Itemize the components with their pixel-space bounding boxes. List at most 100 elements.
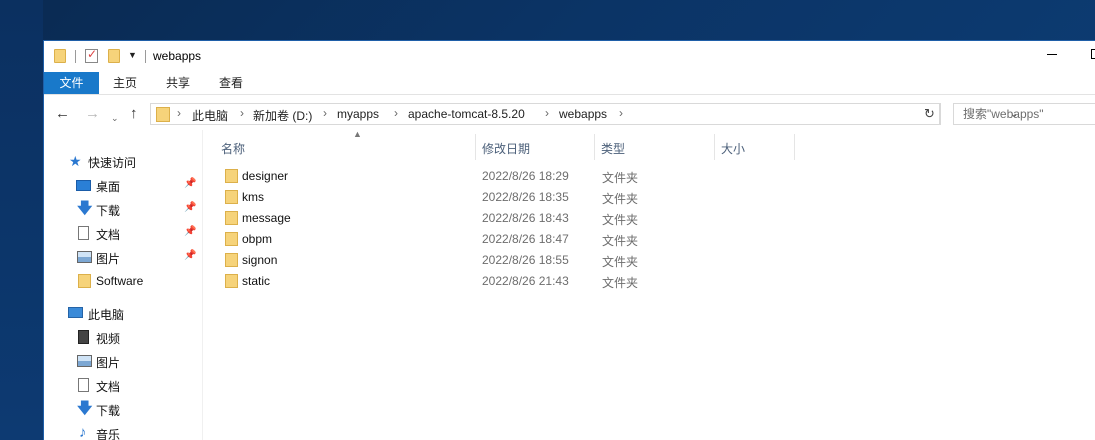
file-type: 文件夹 bbox=[602, 234, 639, 248]
folder-icon bbox=[225, 232, 238, 246]
file-row-kms[interactable]: kms 2022/8/26 18:35 文件夹 bbox=[202, 186, 702, 207]
file-row-designer[interactable]: designer 2022/8/26 18:29 文件夹 bbox=[202, 165, 702, 186]
new-folder-icon[interactable] bbox=[108, 49, 120, 63]
chevron-right-icon[interactable]: › bbox=[323, 106, 327, 120]
desktop-icon bbox=[76, 180, 91, 191]
nav-item-desktop[interactable]: 桌面 📌 bbox=[44, 174, 202, 196]
file-date: 2022/8/26 18:29 bbox=[482, 169, 569, 183]
folder-icon bbox=[225, 169, 238, 183]
file-name: message bbox=[242, 211, 291, 225]
column-label: 类型 bbox=[601, 142, 626, 156]
refresh-icon[interactable]: ↻ bbox=[920, 103, 940, 125]
explorer-window: ▼ webapps 文件 主页 共享 查看 ← → ⌄ ↑ › 此电脑 › 新加… bbox=[43, 40, 1095, 440]
pin-icon: 📌 bbox=[184, 178, 197, 189]
nav-item-pc-documents[interactable]: 文档 bbox=[44, 374, 202, 396]
nav-label: 图片 bbox=[96, 356, 121, 370]
column-header-type[interactable]: 类型 bbox=[595, 130, 713, 160]
nav-label: 文档 bbox=[96, 380, 121, 394]
column-label: 大小 bbox=[721, 142, 746, 156]
recent-locations-chevron-icon[interactable]: ⌄ bbox=[111, 109, 119, 127]
address-bar[interactable]: › 此电脑 › 新加卷 (D:) › myapps › apache-tomca… bbox=[150, 103, 1018, 125]
folder-icon bbox=[54, 49, 66, 63]
chevron-right-icon[interactable]: › bbox=[177, 106, 181, 120]
file-row-message[interactable]: message 2022/8/26 18:43 文件夹 bbox=[202, 207, 702, 228]
nav-item-pc-downloads[interactable]: 🡇 下载 bbox=[44, 398, 202, 420]
file-name: kms bbox=[242, 190, 264, 204]
nav-label: 快速访问 bbox=[88, 156, 137, 170]
nav-item-documents[interactable]: 文档 📌 bbox=[44, 222, 202, 244]
title-bar: ▼ webapps bbox=[44, 41, 1095, 72]
file-date: 2022/8/26 18:47 bbox=[482, 232, 569, 246]
divider bbox=[75, 50, 76, 63]
folder-icon bbox=[225, 190, 238, 204]
breadcrumb-tomcat[interactable]: apache-tomcat-8.5.20 bbox=[408, 107, 525, 121]
folder-icon bbox=[156, 107, 170, 122]
nav-label: 视频 bbox=[96, 332, 121, 346]
file-row-static[interactable]: static 2022/8/26 21:43 文件夹 bbox=[202, 270, 702, 291]
nav-item-software[interactable]: Software bbox=[44, 270, 202, 292]
breadcrumb-webapps[interactable]: webapps bbox=[559, 107, 607, 121]
nav-this-pc[interactable]: 此电脑 bbox=[44, 302, 202, 324]
file-date: 2022/8/26 21:43 bbox=[482, 274, 569, 288]
video-icon bbox=[78, 330, 89, 344]
chevron-right-icon[interactable]: › bbox=[240, 106, 244, 120]
back-arrow-icon[interactable]: ← bbox=[55, 105, 70, 123]
document-icon bbox=[78, 226, 89, 240]
download-icon: 🡇 bbox=[77, 200, 93, 217]
navigation-pane: ★ 快速访问 桌面 📌 🡇 下载 📌 文档 📌 图片 📌 Software 此电… bbox=[44, 130, 203, 440]
file-type: 文件夹 bbox=[602, 276, 639, 290]
window-title: webapps bbox=[153, 49, 202, 63]
customize-quick-access-icon[interactable]: ▼ bbox=[128, 50, 137, 60]
file-type: 文件夹 bbox=[602, 255, 639, 269]
tab-file[interactable]: 文件 bbox=[44, 72, 99, 94]
nav-item-pc-pictures[interactable]: 图片 bbox=[44, 350, 202, 372]
music-icon: ♪ bbox=[79, 424, 87, 440]
nav-item-videos[interactable]: 视频 bbox=[44, 326, 202, 348]
column-header-size[interactable]: 大小 bbox=[715, 130, 795, 160]
file-name: signon bbox=[242, 253, 278, 267]
breadcrumb-drive-d[interactable]: 新加卷 (D:) bbox=[253, 107, 312, 124]
pin-icon: 📌 bbox=[184, 250, 197, 261]
maximize-button[interactable] bbox=[1091, 49, 1095, 59]
file-date: 2022/8/26 18:35 bbox=[482, 190, 569, 204]
file-row-obpm[interactable]: obpm 2022/8/26 18:47 文件夹 bbox=[202, 228, 702, 249]
nav-item-pictures[interactable]: 图片 📌 bbox=[44, 246, 202, 268]
folder-icon bbox=[225, 274, 238, 288]
file-list: 名称 ▲ 修改日期 类型 大小 designer 2022/8/26 18:29… bbox=[202, 129, 1095, 440]
nav-item-downloads[interactable]: 🡇 下载 📌 bbox=[44, 198, 202, 220]
column-header-date[interactable]: 修改日期 bbox=[476, 130, 594, 160]
nav-label: 下载 bbox=[96, 204, 121, 218]
chevron-right-icon[interactable]: › bbox=[619, 106, 623, 120]
up-arrow-icon[interactable]: ↑ bbox=[130, 105, 138, 123]
breadcrumb-myapps[interactable]: myapps bbox=[337, 107, 379, 121]
nav-item-music[interactable]: ♪ 音乐 bbox=[44, 422, 202, 440]
sort-ascending-icon: ▲ bbox=[353, 129, 362, 139]
nav-label: 下载 bbox=[96, 404, 121, 418]
file-date: 2022/8/26 18:55 bbox=[482, 253, 569, 267]
picture-icon bbox=[77, 355, 92, 367]
file-type: 文件夹 bbox=[602, 213, 639, 227]
chevron-right-icon[interactable]: › bbox=[394, 106, 398, 120]
forward-arrow-icon[interactable]: → bbox=[85, 105, 100, 123]
minimize-button[interactable] bbox=[1047, 49, 1059, 59]
breadcrumb-this-pc[interactable]: 此电脑 bbox=[192, 107, 228, 124]
tab-view[interactable]: 查看 bbox=[210, 72, 252, 94]
nav-label: 图片 bbox=[96, 252, 121, 266]
file-row-signon[interactable]: signon 2022/8/26 18:55 文件夹 bbox=[202, 249, 702, 270]
tab-home[interactable]: 主页 bbox=[104, 72, 146, 94]
nav-label: 音乐 bbox=[96, 428, 121, 440]
nav-label: 文档 bbox=[96, 228, 121, 242]
nav-quick-access[interactable]: ★ 快速访问 bbox=[44, 150, 202, 172]
column-label: 名称 bbox=[221, 142, 246, 156]
file-name: designer bbox=[242, 169, 289, 183]
ribbon-tabs: 文件 主页 共享 查看 bbox=[44, 72, 1095, 95]
picture-icon bbox=[77, 251, 92, 263]
column-divider[interactable] bbox=[794, 134, 795, 160]
computer-icon bbox=[68, 307, 83, 318]
divider bbox=[145, 50, 146, 63]
column-header-name[interactable]: 名称 ▲ bbox=[214, 129, 476, 160]
search-input[interactable]: 搜索"webapps" bbox=[953, 103, 1095, 125]
properties-icon[interactable] bbox=[85, 47, 98, 63]
chevron-right-icon[interactable]: › bbox=[545, 106, 549, 120]
tab-share[interactable]: 共享 bbox=[157, 72, 199, 94]
